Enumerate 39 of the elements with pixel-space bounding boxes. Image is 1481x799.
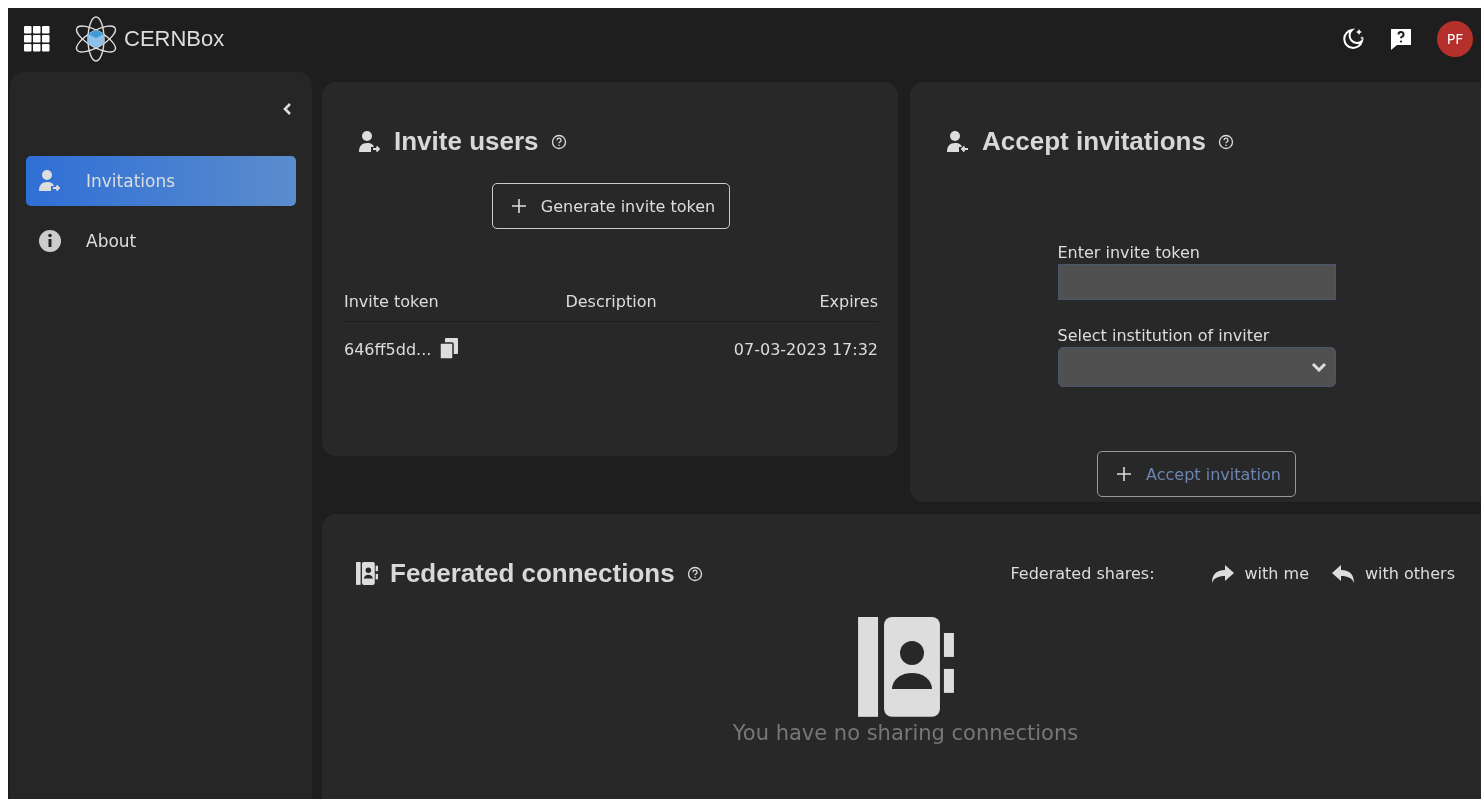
chevron-down-icon xyxy=(1310,362,1327,372)
reply-arrow-icon xyxy=(1331,563,1355,584)
user-arrow-icon xyxy=(38,169,62,193)
user-avatar[interactable]: PF xyxy=(1437,21,1473,57)
token-input-field[interactable] xyxy=(1057,264,1336,300)
expires-cell: 07-03-2023 17:32 xyxy=(733,339,878,359)
collapse-button[interactable] xyxy=(282,102,292,116)
address-book-icon xyxy=(857,617,954,717)
column-header: Invite token xyxy=(344,291,439,311)
plus-icon xyxy=(510,198,527,214)
empty-message: You have no sharing connections xyxy=(732,720,1079,745)
column-header: Expires xyxy=(819,291,878,311)
card-title: Federated connections xyxy=(390,558,675,589)
sidebar-item[interactable]: About xyxy=(26,216,296,266)
share-arrow-icon xyxy=(1210,563,1235,584)
address-book-icon xyxy=(356,562,378,585)
user-arrow-icon xyxy=(946,129,970,154)
share-link[interactable]: with others xyxy=(1331,563,1455,584)
card-title: Invite users xyxy=(394,126,539,157)
help-icon[interactable] xyxy=(686,565,703,582)
field-label: Enter invite token xyxy=(1057,243,1201,262)
app-grid-icon[interactable] xyxy=(24,26,50,52)
help-chat-icon[interactable] xyxy=(1389,27,1413,51)
copy-icon[interactable] xyxy=(439,338,460,360)
field-label: Select institution of inviter xyxy=(1057,326,1271,345)
share-link[interactable]: with me xyxy=(1210,563,1309,584)
help-icon[interactable] xyxy=(550,133,567,150)
help-icon[interactable] xyxy=(1217,133,1234,150)
plus-icon xyxy=(1116,466,1133,482)
shares-label: Federated shares: xyxy=(1010,564,1155,583)
user-arrow-icon xyxy=(358,129,382,154)
moon-stars-icon[interactable] xyxy=(1341,27,1365,51)
token-cell: 646ff5dd... xyxy=(344,339,432,359)
column-header: Description xyxy=(565,291,657,311)
card-title: Accept invitations xyxy=(982,126,1206,157)
logo-text: CERNBox xyxy=(124,26,225,52)
atom-cube-logo-icon xyxy=(74,15,118,63)
info-icon xyxy=(38,229,62,253)
generate-token-button[interactable]: Generate invite token xyxy=(491,183,731,229)
